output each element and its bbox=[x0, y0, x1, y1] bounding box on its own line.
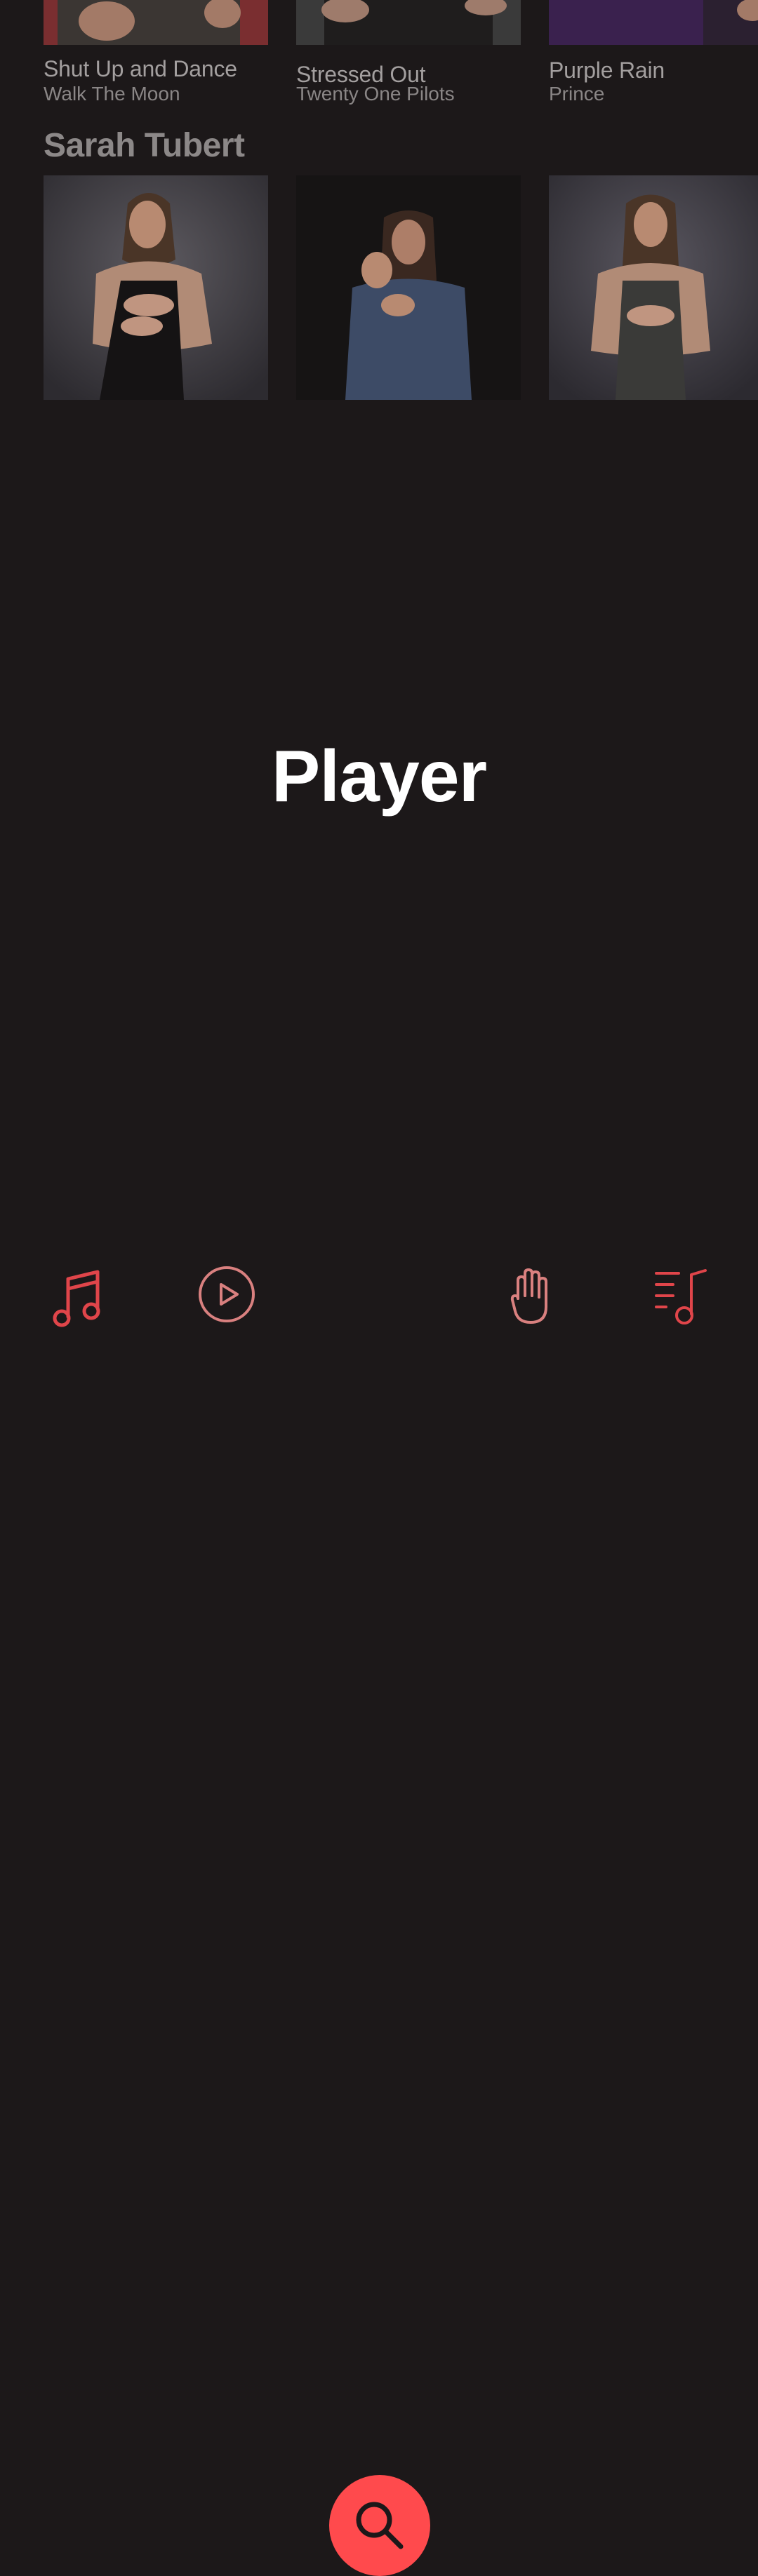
tab-music[interactable] bbox=[46, 1263, 109, 1333]
tab-player[interactable] bbox=[195, 1263, 258, 1326]
song-title[interactable]: Purple Rain bbox=[549, 58, 665, 83]
video-thumbnail[interactable] bbox=[549, 175, 758, 400]
tab-bar bbox=[0, 1235, 758, 2576]
play-circle-icon bbox=[199, 1266, 255, 1322]
video-thumbnail[interactable] bbox=[549, 0, 758, 45]
song-title[interactable]: Shut Up and Dance bbox=[44, 56, 237, 82]
song-artist: Twenty One Pilots bbox=[296, 83, 455, 105]
music-note-icon bbox=[53, 1270, 100, 1327]
search-icon bbox=[356, 2502, 404, 2549]
video-thumbnail[interactable] bbox=[296, 175, 521, 400]
tab-interpreter[interactable] bbox=[498, 1261, 561, 1331]
song-artist: Prince bbox=[549, 83, 605, 105]
screen: Shut Up and Dance Walk The Moon Stressed… bbox=[0, 0, 758, 2576]
player-title: Player bbox=[271, 736, 487, 817]
video-thumbnail[interactable] bbox=[296, 0, 521, 45]
search-button[interactable] bbox=[329, 2475, 430, 2576]
section-title: Sarah Tubert bbox=[44, 127, 245, 164]
video-thumbnail[interactable] bbox=[44, 175, 268, 400]
tab-playlist[interactable] bbox=[650, 1261, 713, 1331]
song-artist: Walk The Moon bbox=[44, 83, 180, 105]
playlist-icon bbox=[655, 1269, 707, 1324]
video-thumbnail[interactable] bbox=[44, 0, 268, 45]
hand-icon bbox=[510, 1268, 547, 1324]
